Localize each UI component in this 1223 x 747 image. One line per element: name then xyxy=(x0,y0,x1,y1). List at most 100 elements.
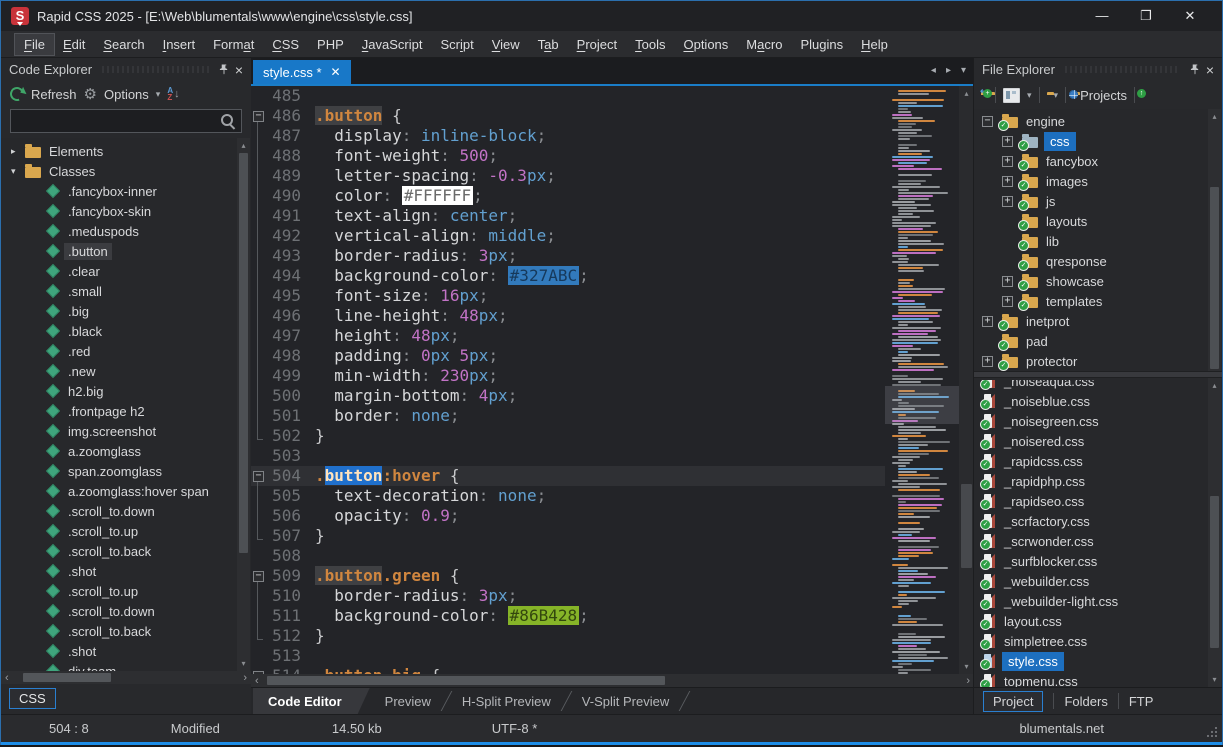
menu-insert[interactable]: Insert xyxy=(154,34,205,55)
fe-tab-ftp[interactable]: FTP xyxy=(1129,694,1154,709)
code-line-493[interactable]: 493 border-radius: 3px; xyxy=(251,246,885,266)
code-line-511[interactable]: 511 background-color: #86B428; xyxy=(251,606,885,626)
expand-icon[interactable]: + xyxy=(982,356,993,367)
code-line-497[interactable]: 497 height: 48px; xyxy=(251,326,885,346)
tab-close-icon[interactable]: ✕ xyxy=(331,65,341,79)
file-row-layout.css[interactable]: ✓layout.css xyxy=(974,611,1222,631)
code-line-487[interactable]: 487 display: inline-block; xyxy=(251,126,885,146)
code-tree-item[interactable]: .clear xyxy=(1,261,251,281)
code-tree-item[interactable]: span.zoomglass xyxy=(1,461,251,481)
close-button[interactable]: ✕ xyxy=(1168,1,1212,31)
projects-button[interactable]: Projects xyxy=(1080,88,1127,103)
code-editor[interactable]: 485−486.button {487 display: inline-bloc… xyxy=(251,86,885,674)
options-caret-icon[interactable]: ▾ xyxy=(156,89,161,100)
code-line-491[interactable]: 491 text-align: center; xyxy=(251,206,885,226)
view-mode-caret-icon[interactable]: ▾ xyxy=(1027,90,1032,101)
tab-list-icon[interactable]: ▾ xyxy=(961,65,966,76)
folder-row-lib[interactable]: +✓lib xyxy=(974,231,1222,251)
view-tab-v-split-preview[interactable]: V-Split Preview xyxy=(567,688,684,714)
minimize-button[interactable]: — xyxy=(1080,1,1124,31)
code-explorer-hscrollbar[interactable]: ‹ › xyxy=(1,671,251,684)
folder-row-qresponse[interactable]: +✓qresponse xyxy=(974,251,1222,271)
fold-marker-icon[interactable]: − xyxy=(251,666,265,674)
expand-icon[interactable]: + xyxy=(1002,176,1013,187)
menu-plugins[interactable]: Plugins xyxy=(791,34,852,55)
menu-tools[interactable]: Tools xyxy=(626,34,674,55)
file-row-_scrwonder.css[interactable]: ✓_scrwonder.css xyxy=(974,531,1222,551)
code-line-486[interactable]: −486.button { xyxy=(251,106,885,126)
code-line-504[interactable]: −504.button:hover { xyxy=(251,466,885,486)
code-line-502[interactable]: 502} xyxy=(251,426,885,446)
code-tree-item[interactable]: ▸Elements xyxy=(1,141,251,161)
file-row-style.css[interactable]: ✓style.css xyxy=(974,651,1222,671)
file-row-_noiseblue.css[interactable]: ✓_noiseblue.css xyxy=(974,391,1222,411)
code-line-513[interactable]: 513 xyxy=(251,646,885,666)
code-line-499[interactable]: 499 min-width: 230px; xyxy=(251,366,885,386)
expand-icon[interactable]: + xyxy=(1002,136,1013,147)
close-panel-icon[interactable]: × xyxy=(235,63,243,77)
file-explorer-splitter[interactable] xyxy=(974,371,1222,378)
code-tree-item[interactable]: .shot xyxy=(1,561,251,581)
menu-tab[interactable]: Tab xyxy=(529,34,568,55)
code-tree-item[interactable]: .fancybox-inner xyxy=(1,181,251,201)
menu-view[interactable]: View xyxy=(483,34,529,55)
editor-tab-style-css[interactable]: style.css * ✕ xyxy=(253,60,351,84)
code-line-505[interactable]: 505 text-decoration: none; xyxy=(251,486,885,506)
menu-edit[interactable]: Edit xyxy=(54,34,94,55)
fold-marker-icon[interactable]: − xyxy=(251,106,265,126)
code-tree-item[interactable]: .meduspods xyxy=(1,221,251,241)
view-tab-h-split-preview[interactable]: H-Split Preview xyxy=(447,688,566,714)
close-panel-icon[interactable]: × xyxy=(1206,63,1214,77)
menu-help[interactable]: Help xyxy=(852,34,897,55)
collapse-icon[interactable]: − xyxy=(982,116,993,127)
folder-row-inetprot[interactable]: +✓inetprot xyxy=(974,311,1222,331)
menu-options[interactable]: Options xyxy=(674,34,737,55)
code-line-501[interactable]: 501 border: none; xyxy=(251,406,885,426)
code-tree-item[interactable]: .frontpage h2 xyxy=(1,401,251,421)
code-tree-item[interactable]: .button xyxy=(1,241,251,261)
code-tree-item[interactable]: .fancybox-skin xyxy=(1,201,251,221)
expand-icon[interactable]: + xyxy=(1002,296,1013,307)
menu-css[interactable]: CSS xyxy=(263,34,308,55)
folder-row-showcase[interactable]: +✓showcase xyxy=(974,271,1222,291)
folder-row-protector[interactable]: +✓protector xyxy=(974,351,1222,371)
file-row-_noiseaqua.css[interactable]: ✓_noiseaqua.css xyxy=(974,380,1222,391)
code-tree-item[interactable]: .scroll_to.back xyxy=(1,541,251,561)
code-line-514[interactable]: −514.button.big { xyxy=(251,666,885,674)
code-line-508[interactable]: 508 xyxy=(251,546,885,566)
code-tree-item[interactable]: .scroll_to.up xyxy=(1,581,251,601)
folder-row-images[interactable]: +✓images xyxy=(974,171,1222,191)
chevron-right-icon[interactable]: ▸ xyxy=(11,146,25,157)
code-tree-item[interactable]: .scroll_to.down xyxy=(1,601,251,621)
code-line-495[interactable]: 495 font-size: 16px; xyxy=(251,286,885,306)
expand-icon[interactable]: + xyxy=(1002,196,1013,207)
code-tree-item[interactable]: .scroll_to.back xyxy=(1,621,251,641)
folder-tree-vscrollbar[interactable]: ▴ xyxy=(1208,109,1221,371)
file-row-_surfblocker.css[interactable]: ✓_surfblocker.css xyxy=(974,551,1222,571)
view-tab-preview[interactable]: Preview xyxy=(370,688,446,714)
file-row-_scrfactory.css[interactable]: ✓_scrfactory.css xyxy=(974,511,1222,531)
menu-javascript[interactable]: JavaScript xyxy=(353,34,432,55)
file-row-topmenu.css[interactable]: ✓topmenu.css xyxy=(974,671,1222,687)
menu-format[interactable]: Format xyxy=(204,34,263,55)
file-row-_rapidphp.css[interactable]: ✓_rapidphp.css xyxy=(974,471,1222,491)
code-tree-item[interactable]: .scroll_to.up xyxy=(1,521,251,541)
code-line-507[interactable]: 507} xyxy=(251,526,885,546)
code-line-496[interactable]: 496 line-height: 48px; xyxy=(251,306,885,326)
minimap[interactable] xyxy=(885,86,959,674)
code-tree-item[interactable]: .small xyxy=(1,281,251,301)
code-tree-item[interactable]: .new xyxy=(1,361,251,381)
file-row-_webuilder-light.css[interactable]: ✓_webuilder-light.css xyxy=(974,591,1222,611)
code-line-489[interactable]: 489 letter-spacing: -0.3px; xyxy=(251,166,885,186)
file-row-simpletree.css[interactable]: ✓simpletree.css xyxy=(974,631,1222,651)
view-mode-button[interactable] xyxy=(1003,88,1020,103)
code-line-510[interactable]: 510 border-radius: 3px; xyxy=(251,586,885,606)
file-list-vscrollbar[interactable]: ▴ ▾ xyxy=(1208,378,1221,687)
options-button[interactable]: Options xyxy=(104,87,149,102)
expand-icon[interactable]: + xyxy=(1002,276,1013,287)
tab-scroll-right-icon[interactable]: ▸ xyxy=(946,65,951,76)
menu-file[interactable]: File xyxy=(15,34,54,55)
code-tree-item[interactable]: .red xyxy=(1,341,251,361)
folder-row-css[interactable]: +✓css xyxy=(974,131,1222,151)
resize-grip-icon[interactable] xyxy=(1207,727,1217,737)
